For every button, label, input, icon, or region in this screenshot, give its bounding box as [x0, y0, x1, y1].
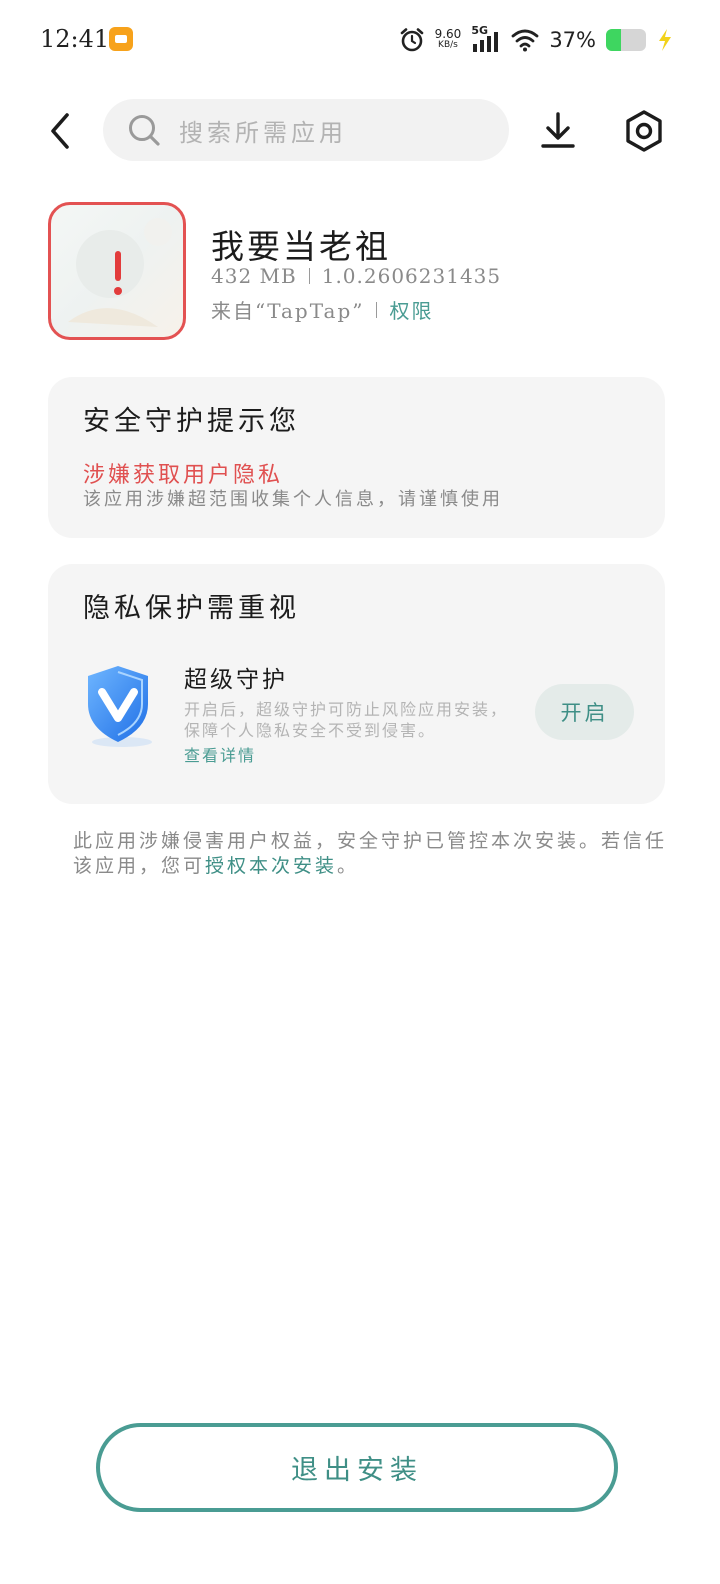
alarm-icon: [400, 28, 423, 52]
privacy-warning-desc: 该应用涉嫌超范围收集个人信息，请谨慎使用: [83, 489, 503, 510]
download-icon: [541, 112, 575, 148]
super-guard-desc: 开启后，超级守护可防止风险应用安装，保障个人隐私安全不受到侵害。: [184, 700, 509, 740]
settings-button[interactable]: [622, 108, 666, 154]
privacy-protection-card: 隐私保护需重视 超级守护 开启后，超级守护可防止风险应用安装，保障个人隐私安全不…: [48, 564, 665, 804]
search-input[interactable]: 搜索所需应用: [103, 99, 509, 161]
network-speed-unit: KB/s: [438, 40, 458, 50]
privacy-card-title: 隐私保护需重视: [83, 593, 300, 624]
battery-level-fill: [606, 29, 621, 51]
charging-icon: [659, 29, 671, 51]
app-meta: 432 MB 1.0.2606231435: [211, 264, 501, 288]
view-details-link[interactable]: 查看详情: [184, 742, 256, 766]
app-source: 来自“TapTap”: [211, 299, 365, 323]
divider: [308, 268, 310, 284]
app-name: 我要当老祖: [211, 227, 391, 266]
download-button[interactable]: [536, 108, 580, 154]
settings-icon: [626, 110, 662, 152]
exit-install-button[interactable]: 退出安装: [96, 1423, 618, 1512]
divider: [376, 301, 378, 318]
search-icon: [129, 115, 160, 146]
battery-percent: 37%: [549, 28, 596, 52]
warning-exclamation-icon: [115, 251, 121, 281]
back-button[interactable]: [38, 106, 82, 156]
super-guard-title: 超级守护: [184, 667, 288, 693]
app-version: 1.0.2606231435: [321, 264, 502, 288]
install-page: 12:41 9.60 KB/s 5G 37% 搜索所需应用 我要当老祖 432 …: [0, 0, 720, 1584]
app-source-row: 来自“TapTap” 权限: [211, 295, 433, 324]
wifi-icon: [511, 29, 539, 52]
network-speed: 9.60 KB/s: [434, 27, 462, 51]
install-footnote: 此应用涉嫌侵害用户权益，安全守护已管控本次安装。若信任该应用，您可授权本次安装。: [73, 829, 673, 879]
app-size: 432 MB: [211, 264, 297, 288]
status-bar: 12:41 9.60 KB/s 5G 37%: [0, 0, 720, 80]
app-icon: [48, 202, 186, 340]
footnote-end: 。: [337, 855, 360, 877]
battery-icon: [606, 29, 646, 51]
search-placeholder: 搜索所需应用: [179, 118, 347, 147]
warning-dot: [114, 287, 122, 295]
status-time: 12:41: [40, 25, 110, 53]
signal-icon: 5G: [471, 24, 501, 53]
enable-button[interactable]: 开启: [535, 684, 634, 740]
back-arrow-icon: [51, 113, 69, 149]
permissions-link[interactable]: 权限: [389, 295, 433, 324]
security-tip-card: 安全守护提示您 涉嫌获取用户隐私 该应用涉嫌超范围收集个人信息，请谨慎使用: [48, 377, 665, 538]
footnote-text: 此应用涉嫌侵害用户权益，安全守护已管控本次安装。若信任该应用，您可: [73, 830, 668, 877]
network-speed-value: 9.60: [434, 27, 462, 41]
security-card-title: 安全守护提示您: [83, 406, 300, 437]
status-indicators: 9.60 KB/s 5G 37%: [399, 22, 674, 58]
shield-icon: [88, 666, 152, 747]
app-notification-icon: [109, 27, 133, 51]
authorize-install-link[interactable]: 授权本次安装: [205, 855, 337, 877]
